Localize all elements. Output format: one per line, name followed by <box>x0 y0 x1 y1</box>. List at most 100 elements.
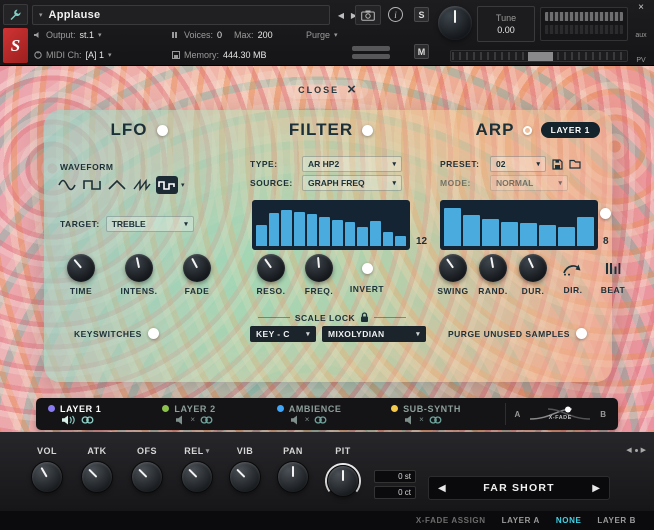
saw-wave-icon[interactable] <box>131 176 153 194</box>
square-wave-icon[interactable] <box>81 176 103 194</box>
instrument-title-bar[interactable]: ▾ Applause <box>32 5 330 25</box>
step-bar[interactable] <box>558 226 575 246</box>
midi-channel-selector[interactable]: MIDI Ch: [A] 1 ▾ <box>34 50 112 60</box>
layer2-speaker-icon[interactable] <box>175 415 185 425</box>
page-prev-icon[interactable]: ◀ <box>626 446 631 454</box>
tools-button[interactable] <box>3 4 28 25</box>
save-preset-icon[interactable] <box>552 158 563 170</box>
layer1-speaker-icon[interactable] <box>61 415 76 425</box>
xfade-assign-none[interactable]: NONE <box>556 516 582 525</box>
pitch-cent-box[interactable]: 0 ct <box>374 486 416 499</box>
sine-wave-icon[interactable] <box>56 176 78 194</box>
volume-knob[interactable] <box>31 461 63 493</box>
filter-power-toggle[interactable] <box>362 124 374 136</box>
random-step-wave-icon[interactable] <box>156 176 178 194</box>
attack-knob[interactable] <box>81 461 113 493</box>
subsynth-speaker-icon[interactable] <box>404 415 414 425</box>
time-knob[interactable] <box>67 254 95 282</box>
xfade-control[interactable]: X-FADE <box>528 405 592 423</box>
filter-source-dropdown[interactable]: GRAPH FREQ ▾ <box>302 175 402 191</box>
swing-knob[interactable] <box>439 254 467 282</box>
step-bar[interactable] <box>395 235 407 246</box>
step-bar[interactable] <box>520 222 537 246</box>
rel-dropdown-icon[interactable]: ▾ <box>206 447 210 455</box>
pitch-semitone-box[interactable]: 0 st <box>374 470 416 483</box>
step-bar[interactable] <box>382 231 394 246</box>
step-bar[interactable] <box>501 221 518 246</box>
layer2-link-icon[interactable] <box>200 415 213 425</box>
duration-knob[interactable] <box>519 254 547 282</box>
step-bar[interactable] <box>294 212 305 246</box>
step-bar[interactable] <box>539 225 556 246</box>
random-knob[interactable] <box>479 254 507 282</box>
direction-icon[interactable] <box>562 261 584 276</box>
snapshot-button[interactable] <box>355 5 381 25</box>
subsynth-link-icon[interactable] <box>429 415 442 425</box>
step-bar[interactable] <box>370 220 381 246</box>
release-knob[interactable] <box>181 461 213 493</box>
mode-dropdown[interactable]: NORMAL ▾ <box>490 175 568 191</box>
step-bar[interactable] <box>444 208 461 246</box>
waveform-dropdown-icon[interactable]: ▾ <box>181 181 185 189</box>
layer-tab-layer2[interactable]: LAYER 2 × <box>162 404 276 425</box>
arp-step-graph[interactable] <box>440 200 598 250</box>
load-preset-folder-icon[interactable] <box>569 159 581 169</box>
close-overlay-button[interactable]: CLOSE × <box>286 80 368 99</box>
step-bar[interactable] <box>332 219 343 246</box>
step-bar[interactable] <box>463 214 480 246</box>
output-selector[interactable]: Output: st.1 ▾ <box>34 30 102 40</box>
articulation-next-button[interactable]: ▶ <box>592 483 600 494</box>
instrument-volume-slider[interactable] <box>352 46 390 51</box>
page-next-icon[interactable]: ▶ <box>641 446 646 454</box>
invert-toggle[interactable] <box>361 262 373 274</box>
key-dropdown[interactable]: KEY - C ▾ <box>250 326 316 342</box>
tune-display[interactable]: Tune 0.00 <box>477 6 535 42</box>
filter-step-graph[interactable] <box>252 200 410 250</box>
arp-steps-count[interactable]: 8 <box>603 236 609 247</box>
prev-instrument-button[interactable]: ◀ <box>334 8 348 22</box>
articulation-prev-button[interactable]: ◀ <box>438 483 446 494</box>
aux-label[interactable]: aux <box>635 32 646 39</box>
pv-label[interactable]: PV <box>636 57 645 64</box>
step-bar[interactable] <box>281 210 293 246</box>
step-bar[interactable] <box>482 219 499 246</box>
step-bar[interactable] <box>268 213 280 246</box>
filter-type-dropdown[interactable]: AR HP2 ▾ <box>302 156 402 172</box>
step-bar[interactable] <box>577 217 594 246</box>
preset-dropdown[interactable]: 02 ▾ <box>490 156 546 172</box>
layer-tab-layer1[interactable]: LAYER 1 <box>48 404 162 425</box>
frequency-knob[interactable] <box>305 254 333 282</box>
filter-steps-count[interactable]: 12 <box>416 236 427 247</box>
solo-button[interactable]: S <box>414 7 429 22</box>
pan-knob[interactable] <box>277 461 309 493</box>
ambience-speaker-icon[interactable] <box>290 415 300 425</box>
purge-samples-toggle[interactable] <box>575 328 587 339</box>
remove-instrument-button[interactable]: × <box>638 2 644 13</box>
mute-button[interactable]: M <box>414 44 429 59</box>
mini-keyboard-range[interactable] <box>450 50 628 62</box>
resonance-knob[interactable] <box>257 254 285 282</box>
purge-menu[interactable]: Purge ▾ <box>306 30 338 40</box>
offset-knob[interactable] <box>131 461 163 493</box>
arp-graph-toggle[interactable] <box>600 208 611 219</box>
arp-power-toggle[interactable] <box>523 125 533 135</box>
instrument-pan-slider[interactable] <box>352 54 390 59</box>
target-dropdown[interactable]: TREBLE ▾ <box>105 216 194 232</box>
tune-knob[interactable] <box>438 6 472 40</box>
vibrato-knob[interactable] <box>229 461 261 493</box>
beat-icon[interactable] <box>605 261 621 276</box>
fade-knob[interactable] <box>183 254 211 282</box>
step-bar[interactable] <box>256 225 267 246</box>
layer1-link-icon[interactable] <box>81 415 94 425</box>
intensity-knob[interactable] <box>125 254 153 282</box>
mini-keyboard-range-indicator[interactable] <box>528 52 554 61</box>
triangle-wave-icon[interactable] <box>106 176 128 194</box>
layer-tab-subsynth[interactable]: SUB-SYNTH × <box>391 404 505 425</box>
ambience-link-icon[interactable] <box>314 415 327 425</box>
info-button[interactable]: i <box>388 7 403 22</box>
lfo-power-toggle[interactable] <box>156 124 168 136</box>
step-bar[interactable] <box>306 214 318 246</box>
pitch-knob[interactable] <box>327 465 359 497</box>
step-bar[interactable] <box>357 227 369 246</box>
step-bar[interactable] <box>344 222 356 246</box>
